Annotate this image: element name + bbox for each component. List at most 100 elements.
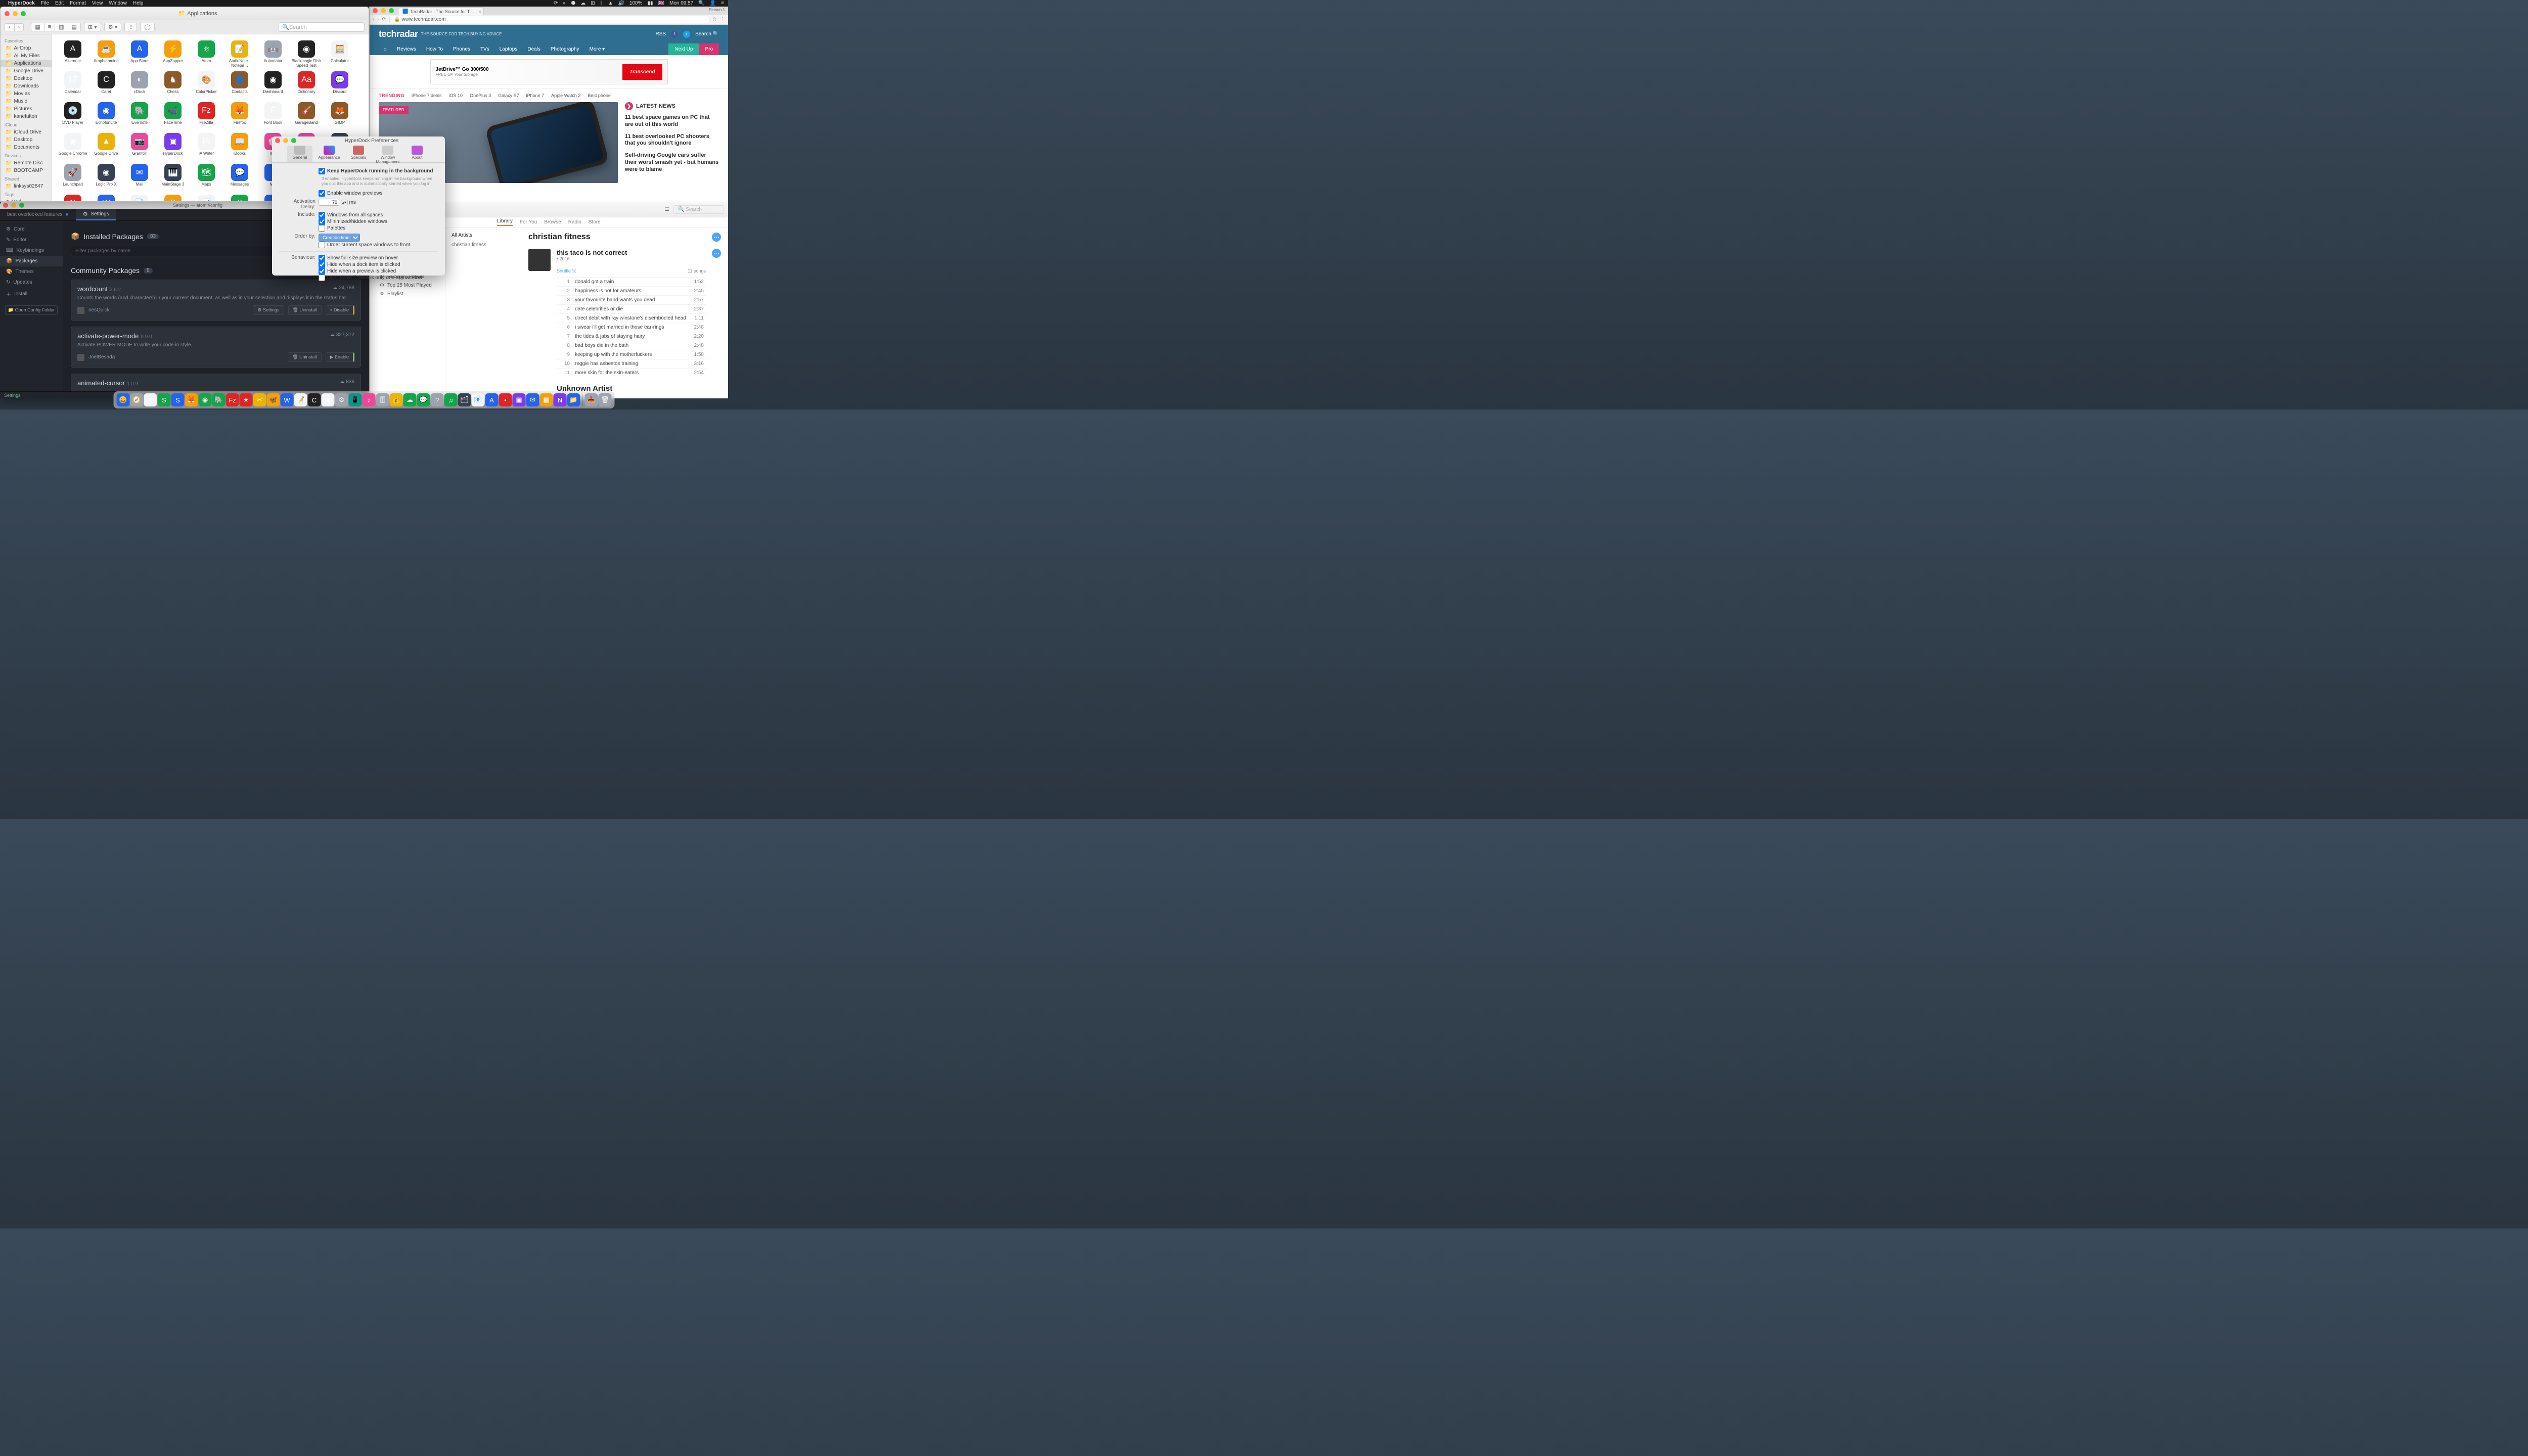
trending-link[interactable]: OnePlus 3: [470, 93, 491, 98]
album-cover[interactable]: [528, 249, 551, 271]
app-icon[interactable]: 💬Discord: [323, 71, 356, 99]
minimize-icon[interactable]: [13, 11, 18, 16]
settings-nav-item[interactable]: 📦Packages: [0, 256, 63, 266]
track-row[interactable]: 1donald got a train1:52: [557, 277, 706, 286]
home-icon[interactable]: ⌂: [379, 43, 392, 55]
dock-item[interactable]: ☁: [403, 393, 417, 406]
nav-link[interactable]: Laptops: [494, 43, 523, 55]
all-artists[interactable]: All Artists: [445, 231, 521, 240]
track-row[interactable]: 4date celebrities or die2:37: [557, 304, 706, 313]
app-icon[interactable]: AaDictionary: [290, 71, 323, 99]
app-icon[interactable]: X: [223, 195, 256, 201]
track-row[interactable]: 2happiness is not for amateurs2:45: [557, 286, 706, 295]
itunes-tab[interactable]: For You: [520, 219, 537, 225]
package-author[interactable]: JoelBesada: [88, 354, 284, 360]
itunes-tab[interactable]: Store: [589, 219, 601, 225]
nav-link[interactable]: Deals: [522, 43, 546, 55]
enable-previews-checkbox[interactable]: Enable window previews: [319, 191, 383, 196]
stepper[interactable]: ▴▾: [341, 200, 348, 205]
dock-item[interactable]: ✉: [526, 393, 539, 406]
app-icon[interactable]: 🐘Evernote: [123, 102, 156, 130]
track-row[interactable]: 9keeping up with the motherfuckers1:58: [557, 350, 706, 359]
back-button[interactable]: ‹: [5, 23, 15, 31]
close-icon[interactable]: [275, 138, 280, 143]
back-button[interactable]: ‹: [373, 17, 374, 22]
sidebar-item[interactable]: 📁Applications: [1, 60, 52, 67]
track-row[interactable]: 10reggie has asbestos training3:16: [557, 359, 706, 368]
keep-running-checkbox[interactable]: Keep HyperDock running in the background: [319, 168, 433, 174]
sidebar-tag[interactable]: Red: [1, 198, 52, 201]
menubar-app[interactable]: HyperDock: [8, 1, 35, 6]
itunes-tab[interactable]: Browse: [544, 219, 561, 225]
minimize-icon[interactable]: [11, 203, 16, 208]
app-icon[interactable]: 📊: [190, 195, 223, 201]
battery-icon[interactable]: ▮▮: [648, 1, 653, 6]
dock-item[interactable]: N: [554, 393, 567, 406]
dock-item[interactable]: 📁: [567, 393, 580, 406]
view-cover-button[interactable]: ▤: [68, 23, 81, 31]
track-row[interactable]: 6i swear i'll get married in those ear-r…: [557, 323, 706, 332]
profile-badge[interactable]: Person 1: [709, 8, 725, 12]
volume-icon[interactable]: 🔊: [618, 1, 624, 6]
dock-item[interactable]: ✂: [253, 393, 266, 406]
app-icon[interactable]: 🧮Calculator: [323, 40, 356, 68]
sidebar-item[interactable]: 📁Pictures: [1, 105, 52, 113]
minimize-icon[interactable]: [381, 8, 386, 13]
dock-item[interactable]: 📝: [294, 393, 307, 406]
dock-item[interactable]: 🧭: [130, 393, 144, 406]
browser-tab[interactable]: 🟦TechRadar | The Source for T…×: [398, 8, 484, 15]
app-icon[interactable]: P: [156, 195, 190, 201]
track-row[interactable]: 7the tides & jabs of staying hairy2:20: [557, 332, 706, 341]
app-icon[interactable]: ⚡AppZapper: [156, 40, 190, 68]
tags-button[interactable]: ◯: [140, 23, 154, 31]
dock-item[interactable]: 💬: [417, 393, 430, 406]
view-list-button[interactable]: ≡: [44, 23, 55, 31]
nav-link[interactable]: Phones: [448, 43, 475, 55]
app-icon[interactable]: FzFileZilla: [190, 102, 223, 130]
menu-help[interactable]: Help: [133, 1, 144, 6]
dock-item[interactable]: 📱: [349, 393, 362, 406]
sidebar-item[interactable]: 📁All My Files: [1, 52, 52, 60]
close-icon[interactable]: [3, 203, 8, 208]
app-icon[interactable]: ◉Logic Pro X: [89, 164, 123, 192]
search-input[interactable]: 🔍 Search: [279, 22, 365, 32]
track-row[interactable]: 8bad boys die in the bath2:48: [557, 341, 706, 350]
sidebar-item[interactable]: 📁Movies: [1, 90, 52, 98]
arrange-button[interactable]: ⊞ ▾: [84, 23, 101, 31]
artist-more-button[interactable]: ⋯: [712, 233, 721, 242]
search-link[interactable]: Search 🔍: [695, 31, 719, 37]
forward-button[interactable]: ›: [15, 23, 24, 31]
trending-link[interactable]: Apple Watch 2: [551, 93, 580, 98]
menu-icon[interactable]: ⋮: [720, 17, 725, 22]
sidebar-item[interactable]: 📁Remote Disc: [1, 159, 52, 167]
settings-nav-item[interactable]: ⌨Keybindings: [0, 245, 63, 256]
trending-link[interactable]: iOS 10: [449, 93, 463, 98]
spotlight-icon[interactable]: 🔍: [698, 1, 704, 6]
package-action-button[interactable]: ⚙ Settings: [253, 305, 284, 315]
dock-item[interactable]: S: [171, 393, 185, 406]
app-icon[interactable]: 💬Messages: [223, 164, 256, 192]
app-icon[interactable]: ◉EchofonLite: [89, 102, 123, 130]
dock-item[interactable]: ▣: [513, 393, 526, 406]
shuffle-button[interactable]: Shuffle ⤭: [557, 268, 576, 274]
finder-titlebar[interactable]: 📁Applications: [1, 7, 369, 20]
app-icon[interactable]: 📷Gramblr: [123, 133, 156, 161]
app-icon[interactable]: ⚛Atom: [190, 40, 223, 68]
zoom-icon[interactable]: [389, 8, 394, 13]
trending-link[interactable]: iPhone 7 deals: [412, 93, 442, 98]
settings-nav-item[interactable]: 🎨Themes: [0, 266, 63, 277]
author-avatar[interactable]: [77, 354, 84, 361]
app-icon[interactable]: 🎨ColorPicker: [190, 71, 223, 99]
package-action-button[interactable]: 🗑 Uninstall: [288, 305, 322, 315]
ad-banner[interactable]: JetDrive™ Go 300/500 FREE UP Your Storag…: [370, 55, 728, 89]
status-icon[interactable]: ☁: [580, 1, 585, 6]
app-icon[interactable]: 🗺Maps: [190, 164, 223, 192]
view-column-button[interactable]: ▥: [55, 23, 68, 31]
dock-item[interactable]: ▦: [540, 393, 553, 406]
dock-item[interactable]: 🗑: [599, 393, 612, 406]
prefs-tab[interactable]: Appearance: [317, 146, 342, 162]
dock-item[interactable]: ★: [240, 393, 253, 406]
app-icon[interactable]: 💿DVD Player: [56, 102, 89, 130]
dock-item[interactable]: ♪: [363, 393, 376, 406]
app-icon[interactable]: 👤Contacts: [223, 71, 256, 99]
